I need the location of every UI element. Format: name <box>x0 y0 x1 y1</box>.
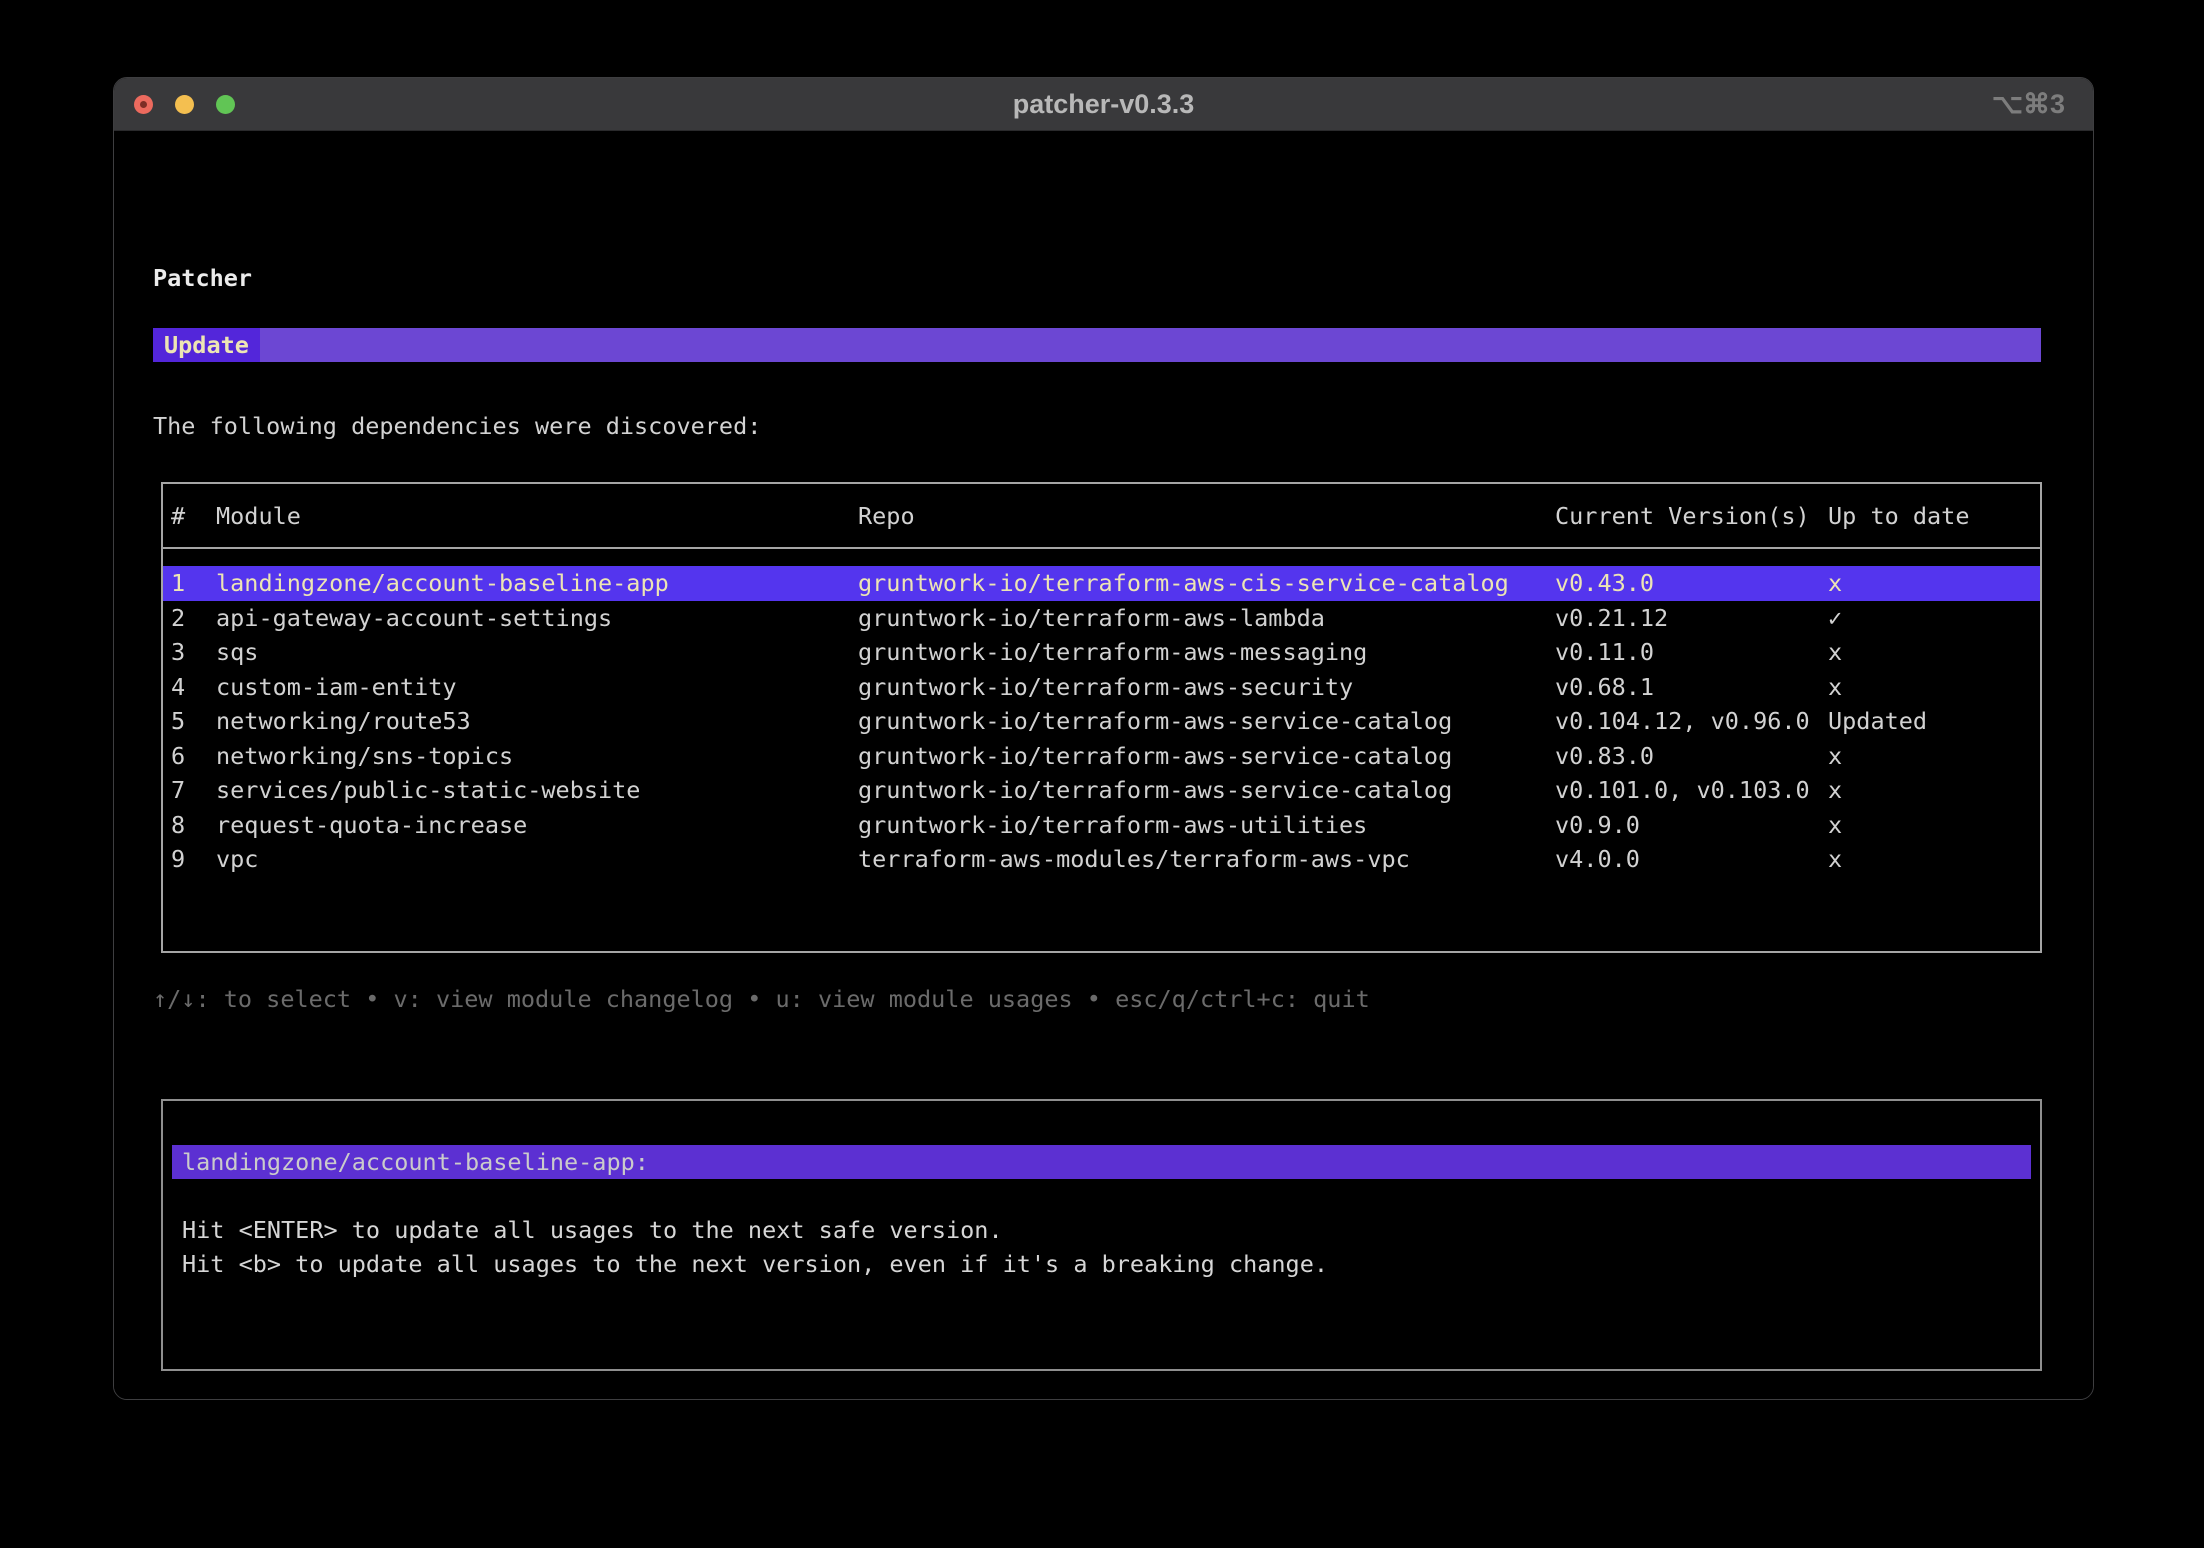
cell-version: v4.0.0 <box>1555 842 1828 876</box>
table-row[interactable]: 1 landingzone/account-baseline-app grunt… <box>163 566 2040 601</box>
table-row[interactable]: 8 request-quota-increase gruntwork-io/te… <box>163 808 2040 843</box>
cell-repo: gruntwork-io/terraform-aws-service-catal… <box>858 704 1555 738</box>
table-row[interactable]: 6 networking/sns-topics gruntwork-io/ter… <box>163 739 2040 774</box>
cell-version: v0.11.0 <box>1555 635 1828 669</box>
cell-repo: gruntwork-io/terraform-aws-messaging <box>858 635 1555 669</box>
cell-version: v0.9.0 <box>1555 808 1828 842</box>
table-header: # Module Repo Current Version(s) Up to d… <box>163 484 2040 549</box>
cell-module: landingzone/account-baseline-app <box>216 566 858 600</box>
cell-repo: gruntwork-io/terraform-aws-cis-service-c… <box>858 566 1555 600</box>
cell-module: api-gateway-account-settings <box>216 601 858 635</box>
cell-up-to-date: x <box>1828 566 2040 600</box>
cell-module: services/public-static-website <box>216 773 858 807</box>
cell-up-to-date: x <box>1828 773 2040 807</box>
detail-hint-enter: Hit <ENTER> to update all usages to the … <box>182 1213 1003 1247</box>
cell-repo: gruntwork-io/terraform-aws-utilities <box>858 808 1555 842</box>
header-repo: Repo <box>858 499 1555 533</box>
cell-version: v0.104.12, v0.96.0 <box>1555 704 1828 738</box>
cell-module: vpc <box>216 842 858 876</box>
table-row[interactable]: 5 networking/route53 gruntwork-io/terraf… <box>163 704 2040 739</box>
header-version: Current Version(s) <box>1555 499 1828 533</box>
cell-up-to-date: ✓ <box>1828 601 2040 635</box>
cell-up-to-date: x <box>1828 635 2040 669</box>
cell-repo: terraform-aws-modules/terraform-aws-vpc <box>858 842 1555 876</box>
cell-module: custom-iam-entity <box>216 670 858 704</box>
table-body: 1 landingzone/account-baseline-app grunt… <box>163 549 2040 877</box>
cell-repo: gruntwork-io/terraform-aws-security <box>858 670 1555 704</box>
cell-number: 5 <box>171 704 216 738</box>
cell-number: 1 <box>171 566 216 600</box>
cell-module: networking/sns-topics <box>216 739 858 773</box>
cell-number: 3 <box>171 635 216 669</box>
detail-hint-breaking: Hit <b> to update all usages to the next… <box>182 1247 1328 1281</box>
tab-bar: Update <box>153 328 2041 362</box>
table-row[interactable]: 3 sqs gruntwork-io/terraform-aws-messagi… <box>163 635 2040 670</box>
cell-version: v0.21.12 <box>1555 601 1828 635</box>
tab-update[interactable]: Update <box>153 328 260 362</box>
cell-repo: gruntwork-io/terraform-aws-service-catal… <box>858 739 1555 773</box>
terminal-content: Patcher Update The following dependencie… <box>114 131 2093 1399</box>
selected-module-banner: landingzone/account-baseline-app: <box>172 1145 2031 1179</box>
window-title: patcher-v0.3.3 <box>114 78 2093 130</box>
cell-module: networking/route53 <box>216 704 858 738</box>
titlebar[interactable]: patcher-v0.3.3 ⌥⌘3 <box>114 78 2093 131</box>
header-up-to-date: Up to date <box>1828 499 2040 533</box>
cell-repo: gruntwork-io/terraform-aws-service-catal… <box>858 773 1555 807</box>
app-heading: Patcher <box>153 261 252 295</box>
dependencies-table: # Module Repo Current Version(s) Up to d… <box>161 482 2042 953</box>
cell-module: request-quota-increase <box>216 808 858 842</box>
cell-version: v0.101.0, v0.103.0 <box>1555 773 1828 807</box>
cell-number: 2 <box>171 601 216 635</box>
cell-number: 8 <box>171 808 216 842</box>
cell-module: sqs <box>216 635 858 669</box>
intro-text: The following dependencies were discover… <box>153 409 761 443</box>
detail-panel: landingzone/account-baseline-app: Hit <E… <box>161 1099 2042 1371</box>
cell-version: v0.83.0 <box>1555 739 1828 773</box>
cell-version: v0.68.1 <box>1555 670 1828 704</box>
table-row[interactable]: 7 services/public-static-website gruntwo… <box>163 773 2040 808</box>
help-bar: ↑/↓: to select • v: view module changelo… <box>153 982 1370 1016</box>
cell-up-to-date: x <box>1828 808 2040 842</box>
table-row[interactable]: 9 vpc terraform-aws-modules/terraform-aw… <box>163 842 2040 877</box>
cell-version: v0.43.0 <box>1555 566 1828 600</box>
cell-up-to-date: Updated <box>1828 704 2040 738</box>
cell-up-to-date: x <box>1828 670 2040 704</box>
cell-up-to-date: x <box>1828 842 2040 876</box>
cell-up-to-date: x <box>1828 739 2040 773</box>
cell-number: 7 <box>171 773 216 807</box>
header-module: Module <box>216 499 858 533</box>
window-shortcut-badge: ⌥⌘3 <box>1992 78 2065 130</box>
table-row[interactable]: 2 api-gateway-account-settings gruntwork… <box>163 601 2040 636</box>
table-row[interactable]: 4 custom-iam-entity gruntwork-io/terrafo… <box>163 670 2040 705</box>
cell-number: 6 <box>171 739 216 773</box>
cell-repo: gruntwork-io/terraform-aws-lambda <box>858 601 1555 635</box>
terminal-window: patcher-v0.3.3 ⌥⌘3 Patcher Update The fo… <box>113 77 2094 1400</box>
desktop: patcher-v0.3.3 ⌥⌘3 Patcher Update The fo… <box>0 0 2204 1548</box>
cell-number: 4 <box>171 670 216 704</box>
cell-number: 9 <box>171 842 216 876</box>
header-number: # <box>171 499 216 533</box>
